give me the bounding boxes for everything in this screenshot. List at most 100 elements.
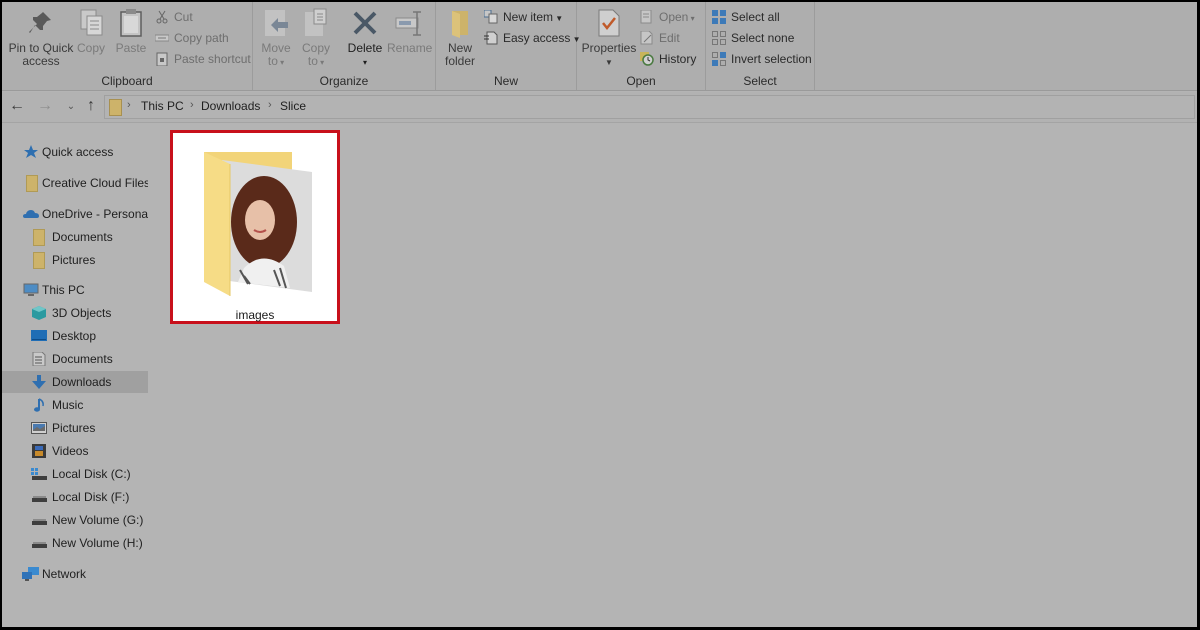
copy-to-button[interactable]: Copy to ▾ — [301, 8, 331, 69]
sidebar-item-label: Creative Cloud Files P — [42, 176, 148, 190]
sidebar-item-label: Music — [52, 398, 84, 412]
cloud-icon — [23, 210, 39, 218]
properties-button[interactable]: Properties ▼ — [581, 8, 637, 69]
sidebar-item-label: OneDrive - Personal — [42, 207, 148, 221]
cube-icon — [32, 306, 46, 320]
history-icon — [640, 52, 654, 66]
breadcrumb-downloads[interactable]: Downloads — [201, 99, 260, 113]
sidebar-item-label: New Volume (G:) — [52, 513, 144, 527]
sidebar-item-quick-access[interactable]: Quick access — [2, 141, 148, 163]
sidebar-item-creative-cloud[interactable]: Creative Cloud Files P — [2, 172, 148, 194]
select-all-button[interactable]: Select all — [712, 8, 780, 26]
copy-icon — [77, 8, 105, 38]
rename-icon — [395, 8, 423, 38]
pin-icon — [27, 8, 55, 38]
select-group: Select all Select none Invert selection … — [706, 2, 815, 90]
copy-path-icon — [154, 31, 170, 45]
recent-locations-button[interactable]: ⌄ — [62, 101, 80, 112]
address-bar[interactable]: › This PC › Downloads › Slice — [104, 95, 1195, 119]
sidebar-item-desktop[interactable]: Desktop — [2, 325, 148, 347]
sidebar-item-label: 3D Objects — [52, 306, 112, 320]
select-all-icon — [712, 10, 726, 24]
sidebar-item-onedrive[interactable]: OneDrive - Personal — [2, 203, 148, 225]
dropdown-caret-icon: ▾ — [688, 14, 695, 23]
select-none-button[interactable]: Select none — [712, 29, 794, 47]
move-to-button[interactable]: Move to ▾ — [261, 8, 291, 69]
pin-label-line2: access — [22, 54, 60, 68]
folder-with-preview-icon — [204, 152, 312, 296]
sidebar-item-local-disk-c[interactable]: Local Disk (C:) — [2, 463, 148, 485]
sidebar-item-new-volume-g[interactable]: New Volume (G:) — [2, 509, 148, 531]
sidebar-item-downloads[interactable]: Downloads — [2, 371, 148, 393]
sidebar-item-label: Documents — [52, 352, 113, 366]
arrow-up-icon: ↑ — [87, 97, 95, 114]
invert-selection-icon — [712, 52, 726, 66]
sidebar-item-label: Desktop — [52, 329, 97, 343]
history-label: History — [659, 52, 697, 66]
sidebar-item-label: Pictures — [52, 421, 96, 435]
sidebar-item-music[interactable]: Music — [2, 394, 148, 416]
move-to-icon — [262, 8, 290, 38]
cut-button[interactable]: Cut — [155, 8, 193, 26]
drive-icon — [32, 519, 47, 525]
easy-access-icon — [484, 31, 498, 45]
sidebar-item-3d-objects[interactable]: 3D Objects — [2, 302, 148, 324]
navigation-bar: ← → ⌄ ↑ › This PC › Downloads › Slice — [2, 92, 1197, 123]
paste-label: Paste — [115, 41, 147, 55]
file-explorer-window: Pin to Quick access Copy Paste Cut Copy … — [2, 2, 1197, 627]
open-group: Properties ▼ Open ▾ Edit History Open — [577, 2, 706, 90]
breadcrumb-slice[interactable]: Slice — [280, 99, 306, 113]
sidebar-item-new-volume-h[interactable]: New Volume (H:) — [2, 532, 148, 554]
back-button[interactable]: ← — [8, 97, 26, 115]
properties-label: Properties — [581, 41, 637, 55]
paste-shortcut-button[interactable]: Paste shortcut — [155, 50, 251, 68]
up-button[interactable]: ↑ — [82, 97, 100, 115]
select-none-label: Select none — [731, 31, 795, 45]
paste-button[interactable]: Paste — [114, 8, 148, 55]
sidebar-item-label: Quick access — [42, 145, 114, 159]
properties-checkmark-icon — [595, 8, 623, 38]
select-group-label: Select — [743, 74, 777, 88]
clipboard-group-label: Clipboard — [101, 74, 153, 88]
open-label: Open — [659, 10, 689, 24]
easy-access-label: Easy access — [503, 31, 571, 45]
select-none-icon — [712, 31, 726, 45]
sidebar-item-videos[interactable]: Videos — [2, 440, 148, 462]
sidebar-item-pictures[interactable]: Pictures — [2, 417, 148, 439]
paste-shortcut-label: Paste shortcut — [174, 52, 251, 66]
pin-to-quick-access-button[interactable]: Pin to Quick access — [6, 8, 76, 68]
history-button[interactable]: History — [640, 50, 696, 68]
delete-button[interactable]: Delete ▾ — [347, 8, 383, 69]
arrow-right-icon: → — [37, 97, 53, 114]
open-icon — [640, 9, 654, 24]
sidebar-item-onedrive-pictures[interactable]: Pictures — [2, 249, 148, 271]
invert-selection-button[interactable]: Invert selection — [712, 50, 812, 68]
sidebar-item-local-disk-f[interactable]: Local Disk (F:) — [2, 486, 148, 508]
sidebar-item-documents[interactable]: Documents — [2, 348, 148, 370]
forward-button[interactable]: → — [36, 97, 54, 115]
copy-button[interactable]: Copy — [76, 8, 106, 55]
sidebar-item-network[interactable]: Network — [2, 563, 148, 585]
breadcrumb-this-pc[interactable]: This PC — [141, 99, 184, 113]
rename-button[interactable]: Rename — [387, 8, 432, 55]
delete-label: Delete — [347, 41, 383, 55]
folder-item-images[interactable]: images — [170, 130, 340, 324]
sidebar-item-label: Documents — [52, 230, 113, 244]
sidebar-item-this-pc[interactable]: This PC — [2, 279, 148, 301]
breadcrumb-separator: › — [190, 99, 194, 111]
drive-icon — [32, 542, 47, 548]
open-button[interactable]: Open ▾ — [640, 8, 695, 26]
sidebar-item-onedrive-documents[interactable]: Documents — [2, 226, 148, 248]
copy-label: Copy — [76, 41, 105, 55]
new-item-button[interactable]: New item ▼ — [483, 8, 564, 26]
easy-access-button[interactable]: Easy access ▼ — [484, 29, 581, 47]
new-folder-label-line1: New — [447, 41, 472, 55]
folder-name: images — [235, 308, 275, 322]
edit-button[interactable]: Edit — [640, 29, 680, 47]
ribbon: Pin to Quick access Copy Paste Cut Copy … — [2, 2, 1197, 91]
dropdown-caret-icon: ▼ — [553, 14, 564, 23]
new-folder-button[interactable]: New folder — [442, 8, 478, 68]
copy-path-button[interactable]: Copy path — [154, 29, 229, 47]
sidebar-item-label: Local Disk (F:) — [52, 490, 130, 504]
download-icon — [32, 375, 46, 389]
